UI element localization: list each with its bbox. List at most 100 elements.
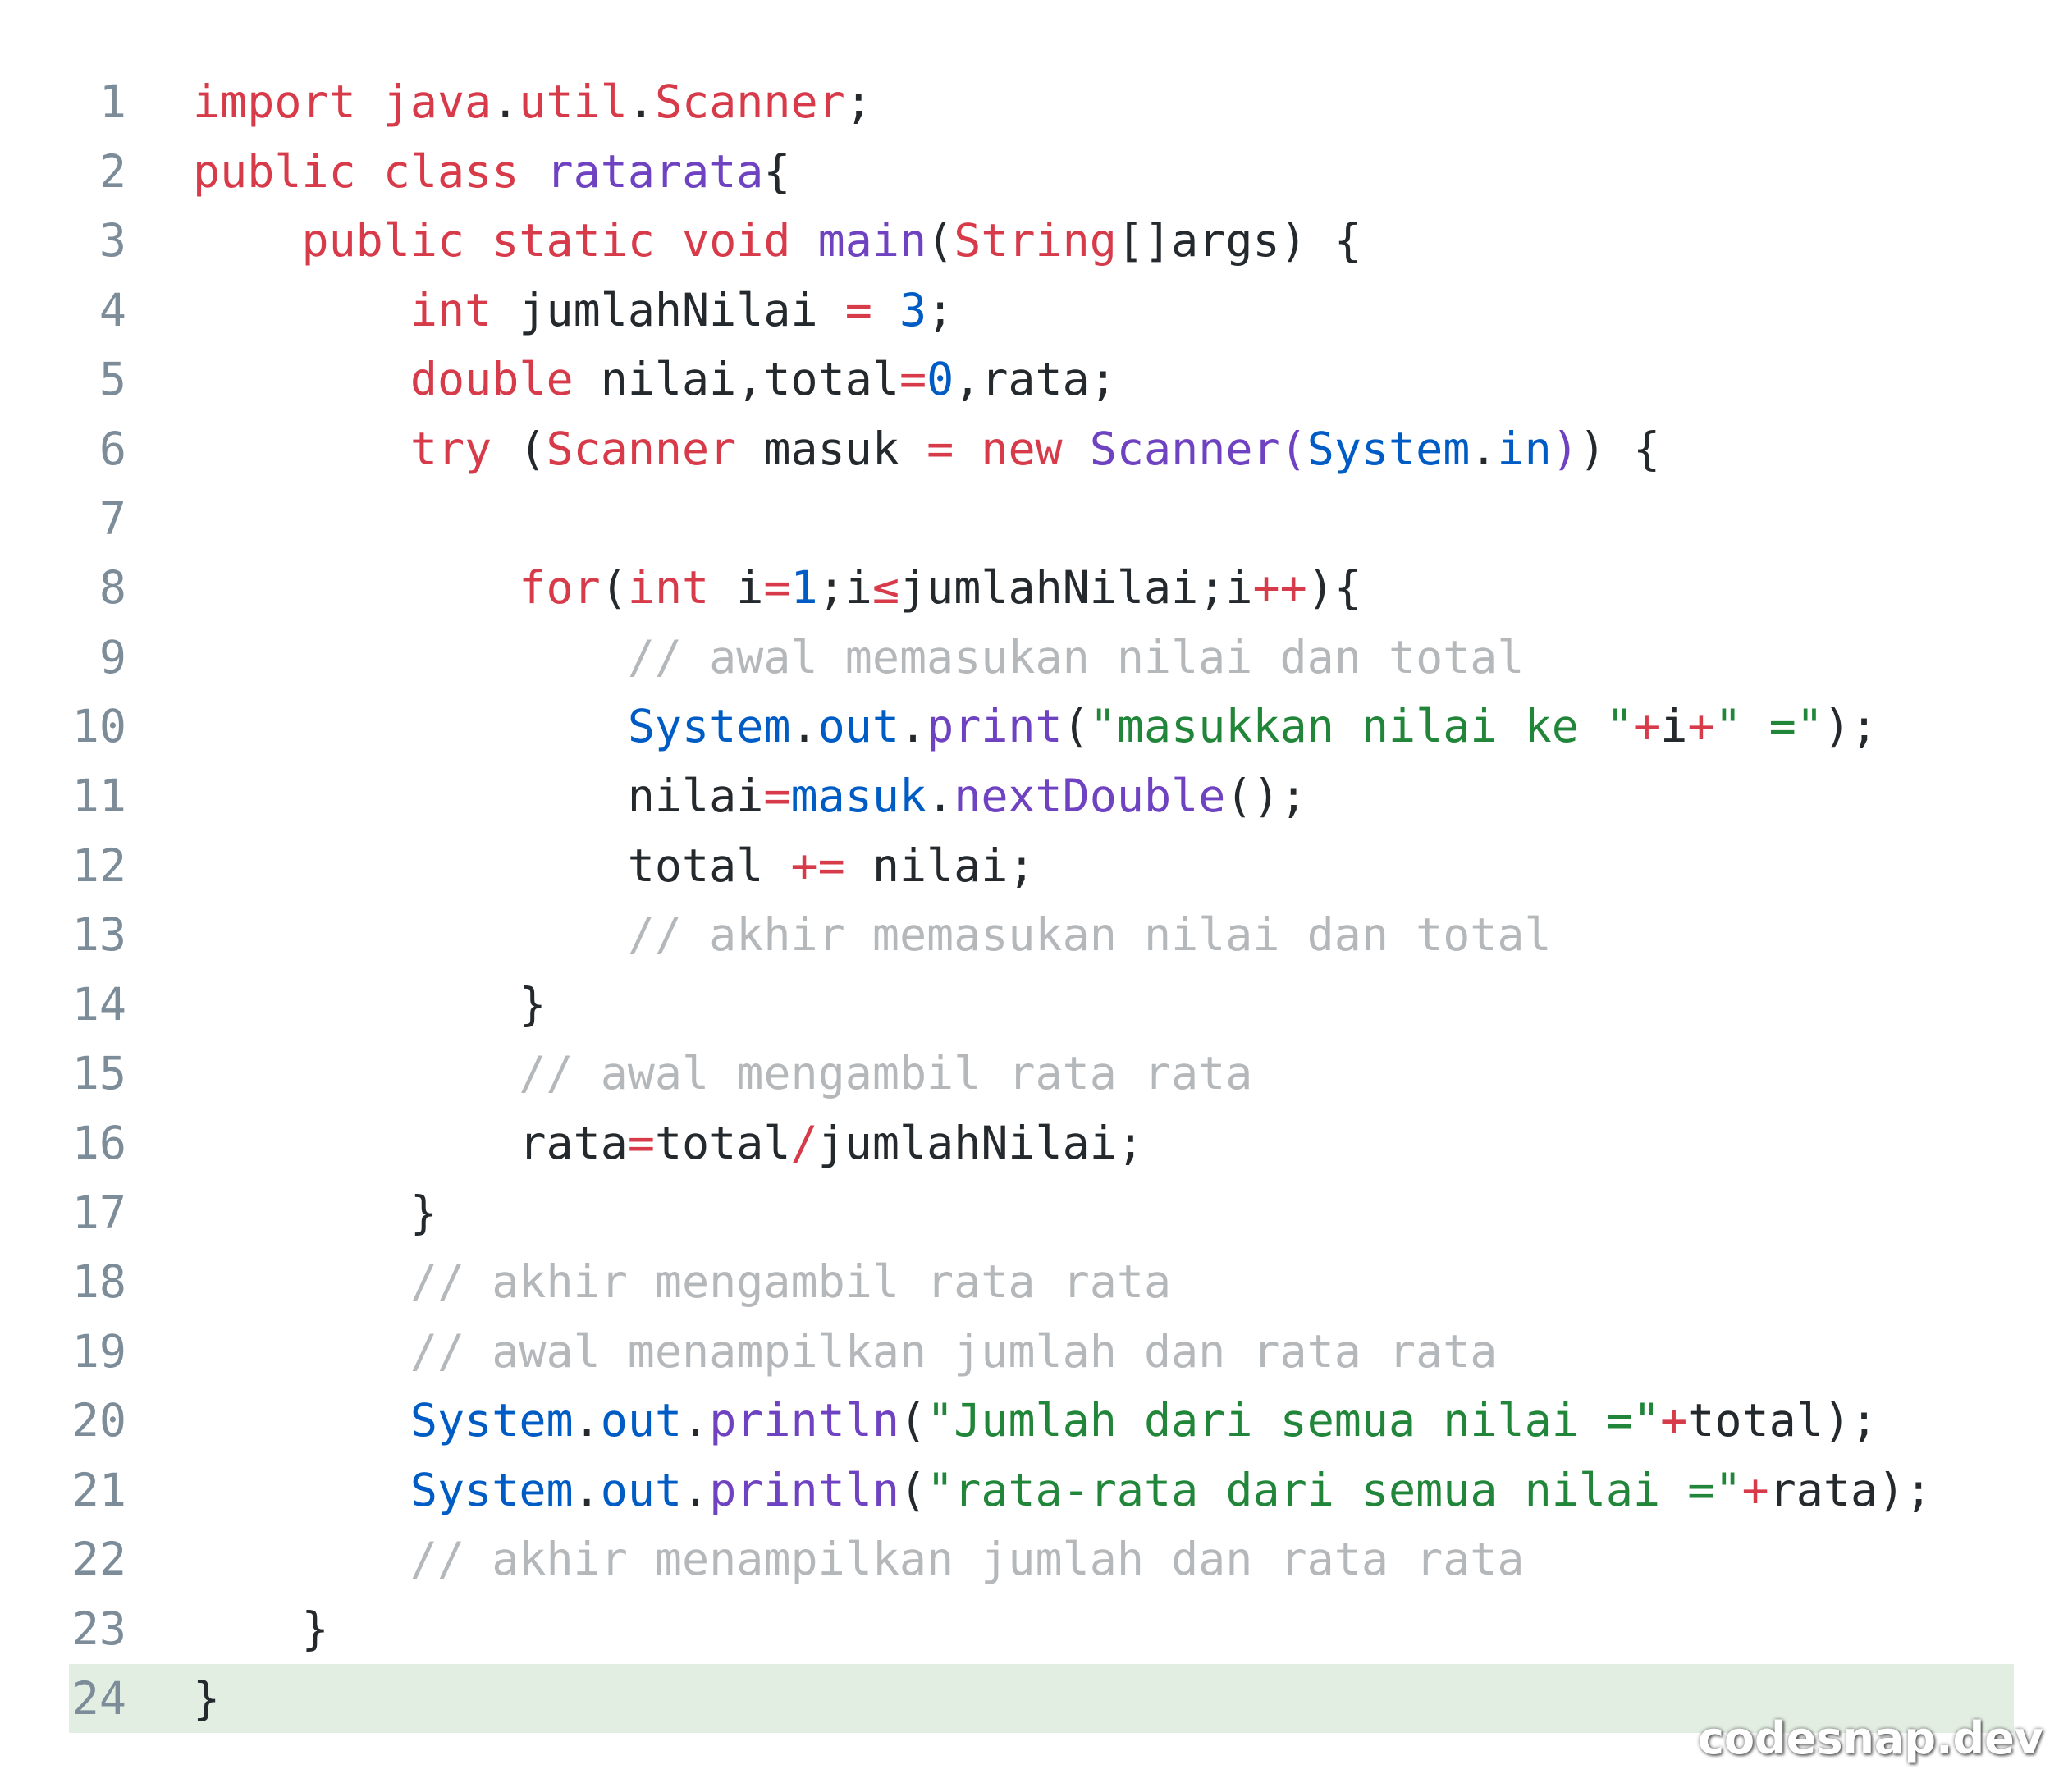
line-number: 12 bbox=[71, 839, 126, 892]
code-token: ( bbox=[899, 1463, 927, 1516]
code-token: println bbox=[709, 1394, 899, 1447]
code-token: Scanner bbox=[546, 422, 737, 475]
code-token: nilai; bbox=[844, 839, 1036, 892]
line-number: 21 bbox=[71, 1463, 126, 1516]
line-number: 19 bbox=[71, 1324, 126, 1378]
code-line: 7 bbox=[69, 484, 2014, 554]
code-token: double bbox=[409, 353, 574, 406]
code-token: += bbox=[790, 839, 845, 892]
code-line: 4 int jumlahNilai = 3; bbox=[69, 276, 2014, 345]
code-line: 3 public static void main(String[]args) … bbox=[69, 206, 2014, 276]
code-token: System bbox=[1306, 422, 1471, 475]
code-token: . bbox=[682, 1394, 710, 1447]
code-token: public bbox=[301, 214, 465, 267]
line-number: 10 bbox=[71, 700, 126, 753]
code-token: jumlahNilai; bbox=[817, 1116, 1144, 1169]
line-number: 15 bbox=[71, 1047, 126, 1100]
line-source: // awal memasukan nilai dan total bbox=[193, 623, 1525, 693]
code-token: + bbox=[1633, 700, 1661, 753]
code-token: ratarata bbox=[546, 144, 764, 198]
code-token: void bbox=[682, 214, 791, 267]
line-source: } bbox=[193, 970, 546, 1040]
code-token: ; bbox=[844, 75, 872, 128]
code-line: 11 nilai=masuk.nextDouble(); bbox=[69, 761, 2014, 831]
line-number: 17 bbox=[71, 1186, 126, 1239]
code-token: jumlahNilai bbox=[492, 283, 845, 336]
line-number: 9 bbox=[98, 630, 126, 683]
line-number: 11 bbox=[71, 769, 126, 822]
line-source: // akhir menampilkan jumlah dan rata rat… bbox=[193, 1525, 1525, 1594]
code-line: 1 import java.util.Scanner; bbox=[69, 67, 2014, 137]
code-token: total bbox=[654, 1116, 791, 1169]
code-token: + bbox=[1660, 1394, 1688, 1447]
line-source: } bbox=[193, 1664, 220, 1734]
code-token: ; bbox=[926, 283, 954, 336]
line-source: total += nilai; bbox=[193, 831, 1036, 901]
code-token: i bbox=[709, 561, 764, 615]
line-source: rata=total/jumlahNilai; bbox=[193, 1109, 1144, 1178]
code-token: // awal memasukan nilai dan total bbox=[627, 630, 1525, 683]
code-token: ( bbox=[926, 214, 954, 267]
code-token: "masukkan nilai ke " bbox=[1089, 700, 1634, 753]
code-line: 10 System.out.print("masukkan nilai ke "… bbox=[69, 692, 2014, 761]
code-token: " =" bbox=[1714, 700, 1823, 753]
code-token: . bbox=[492, 75, 519, 128]
code-token: } bbox=[193, 1602, 329, 1656]
code-token: = bbox=[844, 283, 872, 336]
line-source: } bbox=[193, 1594, 329, 1664]
code-token: String bbox=[954, 214, 1117, 267]
code-token: "Jumlah dari semua nilai =" bbox=[926, 1394, 1661, 1447]
code-token: // akhir mengambil rata rata bbox=[409, 1255, 1172, 1309]
code-token: masuk bbox=[790, 769, 927, 822]
code-line: 21 System.out.println("rata-rata dari se… bbox=[69, 1456, 2014, 1525]
code-token: . bbox=[899, 700, 927, 753]
line-number: 4 bbox=[98, 283, 126, 336]
code-token: . bbox=[627, 75, 655, 128]
line-number: 22 bbox=[71, 1533, 126, 1586]
code-token: []args) { bbox=[1116, 214, 1361, 267]
codesnap-watermark: codesnap.dev bbox=[1697, 1712, 2043, 1764]
code-token: rata bbox=[193, 1116, 628, 1169]
code-token: = bbox=[763, 769, 791, 822]
code-token: ( bbox=[600, 561, 628, 615]
line-source: System.out.println("rata-rata dari semua… bbox=[193, 1456, 1932, 1525]
line-number: 13 bbox=[71, 908, 126, 962]
code-token: ( bbox=[1279, 422, 1307, 475]
code-token: . bbox=[682, 1463, 710, 1516]
line-source: double nilai,total=0,rata; bbox=[193, 345, 1117, 414]
line-source: System.out.println("Jumlah dari semua ni… bbox=[193, 1386, 1878, 1456]
line-source: int jumlahNilai = 3; bbox=[193, 276, 954, 345]
line-source: import java.util.Scanner; bbox=[193, 67, 872, 137]
code-token: "rata-rata dari semua nilai =" bbox=[926, 1463, 1742, 1516]
line-source: System.out.print("masukkan nilai ke "+i+… bbox=[193, 692, 1878, 761]
line-number: 5 bbox=[98, 353, 126, 406]
code-token: total bbox=[193, 839, 791, 892]
line-number: 8 bbox=[98, 561, 126, 615]
code-token: // awal menampilkan jumlah dan rata rata bbox=[409, 1324, 1498, 1378]
line-source: // awal menampilkan jumlah dan rata rata bbox=[193, 1317, 1498, 1387]
code-token: print bbox=[926, 700, 1063, 753]
line-source: // akhir memasukan nilai dan total bbox=[193, 900, 1552, 970]
line-source: public static void main(String[]args) { bbox=[193, 206, 1361, 276]
code-token: int bbox=[627, 561, 710, 615]
code-token: . bbox=[926, 769, 954, 822]
code-token: total); bbox=[1687, 1394, 1878, 1447]
code-line: 23 } bbox=[69, 1594, 2014, 1664]
code-token: ( bbox=[899, 1394, 927, 1447]
code-token: } bbox=[193, 977, 547, 1031]
line-source: try (Scanner masuk = new Scanner(System.… bbox=[193, 414, 1660, 484]
line-number: 20 bbox=[71, 1394, 126, 1447]
code-token: new bbox=[981, 422, 1063, 475]
code-token: Scanner bbox=[654, 75, 845, 128]
code-snapshot: 1 import java.util.Scanner; 2 public class … bbox=[0, 0, 2068, 1792]
